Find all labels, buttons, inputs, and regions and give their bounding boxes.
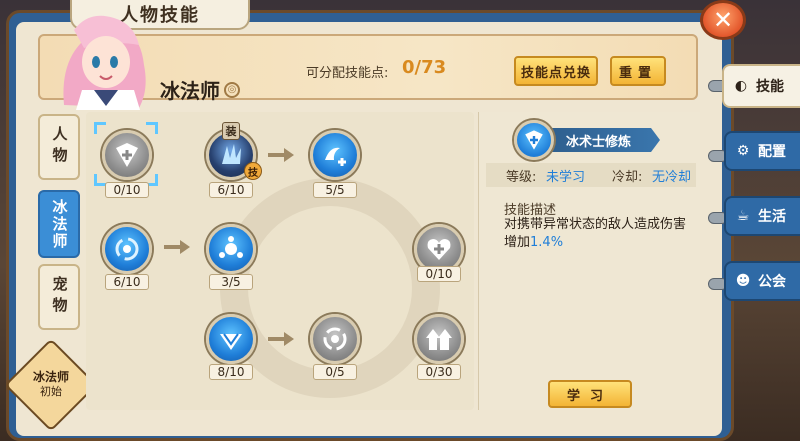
tab-character[interactable]: 人物 [38,114,80,180]
side-tab-life-label: 生活 [758,209,786,225]
character-avatar [63,15,146,110]
arrow-right-icon [268,148,294,162]
cooldown-label: 冷却: [612,170,643,185]
skill-tag: 技 [244,162,262,180]
learn-button[interactable]: 学习 [548,380,632,408]
close-button[interactable]: ✕ [700,0,746,40]
skill-detail-stats: 等级: 未学习 冷却: 无冷却 [486,163,696,187]
skill-level: 6/10 [209,182,253,198]
side-tab-config[interactable]: ⚙ 配置 [724,131,800,171]
skill-level: 0/10 [417,266,461,282]
side-tab-guild-label: 公会 [758,274,786,290]
tab-ice-mage[interactable]: 冰法师 [38,190,80,258]
class-badge-line2: 初始 [40,385,62,398]
tab-ice-mage-label: 冰法师 [50,198,69,250]
skill-points-label: 可分配技能点: [306,66,389,81]
arrow-right-icon [268,332,294,346]
gear-icon: ⚙ [736,143,750,159]
swirl-icon: ◐ [734,78,748,94]
side-tab-guild[interactable]: ☻ 公会 [724,261,800,301]
cup-icon: ☕ [736,208,750,224]
cooldown-value: 无冷却 [652,170,692,185]
description-value: 1.4% [530,234,564,250]
vortex-icon [115,237,139,261]
skill-level: 5/5 [313,182,357,198]
skill-detail-name: 冰术士修炼 [548,128,660,152]
shield-plus-icon [116,143,138,167]
skill-swirl[interactable] [310,314,360,364]
diamond-icon [220,333,242,350]
skill-arrows-up[interactable] [414,314,464,364]
tab-character-label: 人物 [50,126,69,168]
selection-corner [94,122,106,134]
skill-level: 0/10 [105,182,149,198]
wave-plus-icon [325,147,346,166]
exchange-points-button[interactable]: 技能点兑换 [514,56,598,86]
skill-points-value: 0/73 [402,57,447,78]
nodes-icon [219,236,243,258]
class-name: 冰法师 ◎ [160,75,240,104]
level-label: 等级: [506,170,537,185]
selection-corner [146,122,158,134]
equipped-tag: 装 [222,122,240,140]
people-icon: ☻ [735,273,751,289]
side-tab-skills-label: 技能 [756,79,784,95]
swirl-icon [323,327,347,351]
skill-vortex[interactable] [102,224,152,274]
heart-plus-icon [427,239,451,260]
class-badge-text: 冰法师 初始 [18,370,84,399]
skill-wave-plus[interactable] [310,130,360,180]
level-value: 未学习 [546,170,586,185]
shield-plus-icon [525,130,543,150]
side-tab-skills[interactable]: ◐ 技能 [722,64,800,108]
arrow-right-icon [164,240,190,254]
skill-detail-panel [478,112,700,410]
close-icon: ✕ [712,6,734,34]
skill-diamond[interactable] [206,314,256,364]
skill-level: 6/10 [105,274,149,290]
class-badge-line1: 冰法师 [32,370,69,384]
tab-pet-label: 宠物 [50,276,69,318]
ice-crystal-icon [222,144,241,164]
info-icon[interactable]: ◎ [224,81,240,98]
description-text: 对携带异常状态的敌人造成伤害增加1.4% [504,216,694,251]
skill-level: 3/5 [209,274,253,290]
reset-button[interactable]: 重置 [610,56,666,86]
skill-nodes[interactable] [206,224,256,274]
side-tab-life[interactable]: ☕ 生活 [724,196,800,236]
side-tab-config-label: 配置 [758,144,786,160]
tab-pet[interactable]: 宠物 [38,264,80,330]
skill-level: 8/10 [209,364,253,380]
detail-skill-icon [514,120,554,160]
skill-level: 0/30 [417,364,461,380]
skill-level: 0/5 [313,364,357,380]
skill-shield-plus[interactable] [102,130,152,180]
arrows-up-icon [426,329,452,350]
